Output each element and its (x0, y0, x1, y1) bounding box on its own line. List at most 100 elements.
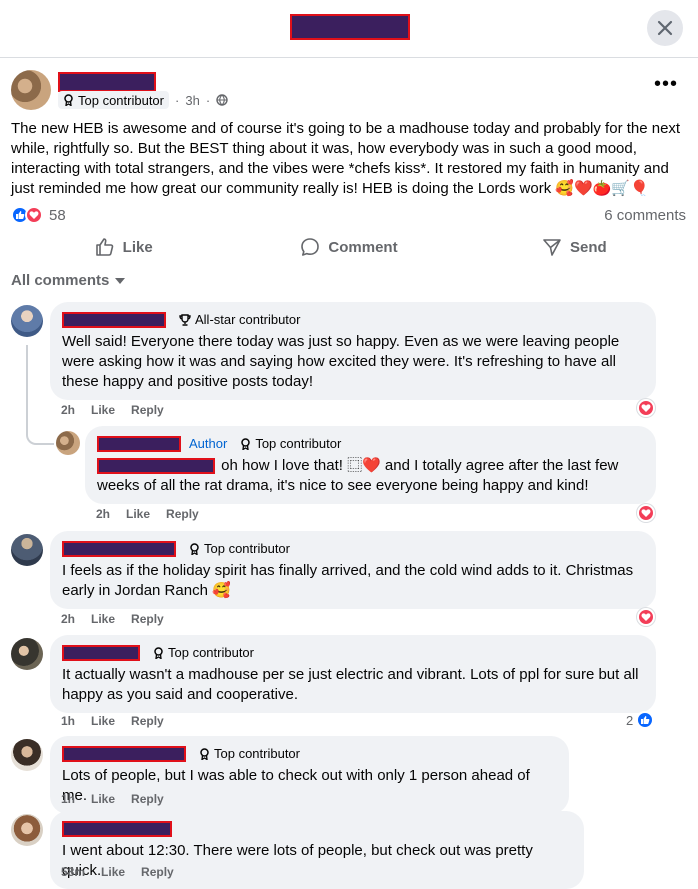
comment-time[interactable]: 1h (61, 792, 75, 806)
top-contributor-badge[interactable]: Top contributor (58, 91, 169, 109)
redacted-commenter-name[interactable] (62, 312, 166, 328)
badge-label: Top contributor (204, 541, 290, 556)
comment-time[interactable]: 1h (61, 714, 75, 728)
badge-icon (200, 748, 209, 760)
comment-like-button[interactable]: Like (91, 403, 115, 417)
dialog-header (0, 0, 698, 58)
reply-actions: 2h Like Reply (96, 507, 199, 521)
reply-heart-reaction[interactable] (637, 504, 655, 522)
comment-actions: 1h Like Reply (61, 714, 164, 728)
reaction-count: 58 (49, 206, 66, 224)
trophy-icon (179, 314, 191, 326)
comment-reply-button[interactable]: Reply (131, 612, 164, 626)
comment-time[interactable]: 58m (61, 865, 85, 879)
post-text: The new HEB is awesome and of course it'… (11, 120, 681, 197)
heart-reaction-icon (25, 206, 43, 224)
top-contributor-badge[interactable]: Top contributor (184, 540, 295, 558)
comment-bubble: Top contributor It actually wasn't a mad… (50, 635, 656, 713)
top-contributor-badge[interactable]: Top contributor (194, 745, 305, 763)
reply-thread-line (26, 345, 54, 445)
heart-icon (641, 613, 651, 621)
badge-icon (241, 438, 251, 450)
reply-bubble: Author Top contributor oh how I love tha… (85, 426, 656, 504)
comment-bubble: All-star contributor Well said! Everyone… (50, 302, 656, 400)
close-button[interactable] (647, 10, 683, 46)
badge-label: All-star contributor (195, 312, 301, 327)
post-action-bar: Like Comment Send (11, 230, 687, 264)
commenter-avatar[interactable] (11, 534, 43, 566)
commenter-avatar[interactable] (11, 739, 43, 771)
comment-reply-button[interactable]: Reply (131, 792, 164, 806)
comments-sort-dropdown[interactable]: All comments (11, 272, 126, 289)
redacted-dialog-title (290, 14, 410, 40)
redacted-commenter-name[interactable] (62, 541, 176, 557)
comments-count-link[interactable]: 6 comments (604, 207, 686, 224)
comment-actions: 58m Like Reply (61, 865, 174, 879)
redacted-mention-tag[interactable] (97, 458, 215, 475)
reply-like-button[interactable]: Like (126, 507, 150, 521)
redacted-commenter-name[interactable] (62, 746, 186, 762)
comment-heart-reaction[interactable] (637, 399, 655, 417)
comment-bubble: Top contributor I feels as if the holida… (50, 531, 656, 609)
comment-reply-button[interactable]: Reply (141, 865, 174, 879)
commenter-avatar[interactable] (11, 638, 43, 670)
badge-icon (154, 647, 163, 659)
send-label: Send (569, 238, 607, 256)
comment-like-button[interactable]: Like (91, 612, 115, 626)
like-count-value: 2 (626, 712, 634, 728)
all-star-contributor-badge[interactable]: All-star contributor (174, 311, 306, 329)
post-reactions[interactable]: 58 (11, 206, 66, 224)
comment-actions: 1h Like Reply (61, 792, 164, 806)
heart-icon (641, 509, 651, 517)
comment-reply-button[interactable]: Reply (131, 714, 164, 728)
top-contributor-badge[interactable]: Top contributor (148, 644, 259, 662)
comment-reply-button[interactable]: Reply (131, 403, 164, 417)
comment-button[interactable]: Comment (236, 230, 461, 264)
comment-time[interactable]: 2h (61, 403, 75, 417)
commenter-avatar[interactable] (11, 814, 43, 846)
send-button[interactable]: Send (462, 230, 687, 264)
like-button[interactable]: Like (11, 230, 236, 264)
badge-icon (64, 94, 73, 106)
author-label: Author (189, 436, 228, 451)
comment-time[interactable]: 2h (61, 612, 75, 626)
like-icon (95, 238, 113, 256)
badge-label: Top contributor (168, 645, 254, 660)
commenter-avatar[interactable] (11, 305, 43, 337)
badge-label: Top contributor (214, 746, 300, 761)
badge-label: Top contributor (78, 92, 164, 108)
reply-reply-button[interactable]: Reply (166, 507, 199, 521)
reply-time[interactable]: 2h (96, 507, 110, 521)
redacted-post-author-name[interactable] (58, 72, 156, 92)
sort-label: All comments (11, 272, 110, 289)
dot-separator: · (175, 92, 180, 108)
redacted-commenter-name[interactable] (62, 645, 140, 661)
comment-heart-reaction[interactable] (637, 608, 655, 626)
post-meta: Top contributor · 3h · (58, 91, 228, 109)
like-reaction-icon (636, 711, 655, 729)
badge-icon (190, 543, 199, 555)
post-time[interactable]: 3h (185, 93, 199, 108)
redacted-commenter-name[interactable] (62, 821, 172, 837)
comment-text: I feels as if the holiday spirit has fin… (62, 562, 634, 599)
comment-actions: 2h Like Reply (61, 612, 164, 626)
comment-like-button[interactable]: Like (91, 714, 115, 728)
comment-like-button[interactable]: Like (101, 865, 125, 879)
reply-text-line: oh how I love that! ⿴❤️ and I totally ag… (97, 456, 644, 496)
more-icon: ••• (654, 73, 679, 95)
top-contributor-badge[interactable]: Top contributor (235, 435, 347, 453)
comment-text: It actually wasn't a madhouse per se jus… (62, 666, 639, 703)
close-icon (657, 20, 673, 36)
post-author-avatar[interactable] (11, 70, 51, 110)
badge-label: Top contributor (255, 436, 342, 451)
comment-like-button[interactable]: Like (91, 792, 115, 806)
comment-label: Comment (328, 238, 398, 256)
author-reply-avatar[interactable] (56, 431, 80, 455)
globe-icon (216, 94, 228, 106)
comment-text: Well said! Everyone there today was just… (62, 333, 620, 390)
more-options-button[interactable]: ••• (654, 74, 678, 94)
redacted-author-name[interactable] (97, 436, 181, 452)
comment-like-count[interactable]: 2 (626, 711, 655, 729)
chevron-down-icon (115, 277, 126, 284)
comment-actions: 2h Like Reply (61, 403, 164, 417)
